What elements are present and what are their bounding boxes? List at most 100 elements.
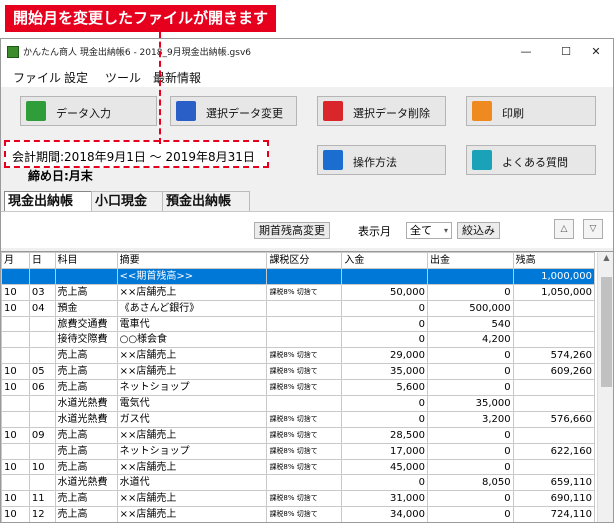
table-row[interactable]: 10 11 売上高 ××店舗売上 課税8% 切捨て 31,000 0 690,110 bbox=[1, 490, 596, 508]
summary-cell: 《あさんど銀行》 bbox=[116, 299, 268, 317]
summary-cell: ××店舗売上 bbox=[116, 363, 268, 381]
accounting-period-text: 会計期間:2018年9月1日 ～ 2019年8月31日 bbox=[12, 150, 255, 164]
month-cell bbox=[1, 442, 30, 460]
balance-cell bbox=[512, 458, 596, 476]
withdrawal-cell: 0 bbox=[426, 347, 514, 365]
table-row[interactable]: 水道光熱費 水道代 0 8,050 659,110 bbox=[1, 474, 596, 492]
move-up-button[interactable]: △ bbox=[554, 219, 574, 239]
scrollbar-thumb[interactable] bbox=[601, 277, 612, 387]
day-cell: 05 bbox=[28, 363, 56, 381]
month-cell bbox=[1, 315, 30, 333]
table-row[interactable]: 10 09 売上高 ××店舗売上 課税8% 切捨て 28,500 0 bbox=[1, 426, 596, 444]
data-entry-button[interactable]: データ入力 bbox=[20, 96, 157, 126]
cell bbox=[426, 267, 514, 285]
opening-balance-button[interactable]: 期首残高変更 bbox=[254, 222, 330, 239]
balance-cell: 576,660 bbox=[512, 410, 596, 428]
tax-cell: 課税8% 切捨て bbox=[266, 506, 343, 522]
deposit-cell: 35,000 bbox=[341, 363, 428, 381]
column-header-day: 日 bbox=[28, 252, 56, 269]
menu-settings[interactable]: 設定 bbox=[64, 69, 88, 86]
delete-selected-button[interactable]: 選択データ削除 bbox=[317, 96, 446, 126]
month-cell: 10 bbox=[1, 426, 30, 444]
tax-cell: 課税8% 切捨て bbox=[266, 283, 343, 301]
table-row[interactable]: 10 03 売上高 ××店舗売上 課税8% 切捨て 50,000 0 1,050,000 bbox=[1, 283, 596, 301]
tab-cash-book[interactable]: 現金出納帳 bbox=[4, 191, 92, 212]
balance-cell bbox=[512, 379, 596, 397]
how-to-label: 操作方法 bbox=[353, 156, 397, 169]
filter-button[interactable]: 絞込み bbox=[457, 222, 500, 239]
table-row[interactable]: 水道光熱費 電気代 0 35,000 bbox=[1, 395, 596, 412]
withdrawal-cell: 0 bbox=[426, 442, 514, 460]
menu-file[interactable]: ファイル bbox=[13, 69, 61, 86]
summary-cell: ××店舗売上 bbox=[116, 458, 268, 476]
tab-deposit-book[interactable]: 預金出納帳 bbox=[162, 191, 250, 212]
column-header-tax: 課税区分 bbox=[266, 252, 343, 269]
account-cell: 売上高 bbox=[54, 458, 118, 476]
summary-cell: 水道代 bbox=[116, 474, 268, 492]
deposit-cell: 50,000 bbox=[341, 283, 428, 301]
balance-cell: 690,110 bbox=[512, 490, 596, 508]
day-cell: 09 bbox=[28, 426, 56, 444]
day-cell: 10 bbox=[28, 458, 56, 476]
day-cell bbox=[28, 331, 56, 349]
pencil-icon bbox=[26, 101, 46, 121]
account-cell: 売上高 bbox=[54, 426, 118, 444]
table-row[interactable]: 10 12 売上高 ××店舗売上 課税8% 切捨て 34,000 0 724,110 bbox=[1, 506, 596, 522]
table-row[interactable]: 売上高 ××店舗売上 課税8% 切捨て 29,000 0 574,260 bbox=[1, 347, 596, 365]
opening-balance-row[interactable]: <<期首残高>> 1,000,000 bbox=[1, 267, 596, 285]
account-cell: 水道光熱費 bbox=[54, 395, 118, 412]
deposit-cell: 0 bbox=[341, 299, 428, 317]
column-header-account: 科目 bbox=[54, 252, 118, 269]
table-row[interactable]: 10 05 売上高 ××店舗売上 課税8% 切捨て 35,000 0 609,260 bbox=[1, 363, 596, 381]
vertical-scrollbar[interactable]: ▲ bbox=[597, 252, 613, 522]
balance-cell: 622,160 bbox=[512, 442, 596, 460]
how-to-button[interactable]: 操作方法 bbox=[317, 145, 446, 175]
balance-cell bbox=[512, 426, 596, 444]
account-cell: 預金 bbox=[54, 299, 118, 317]
faq-label: よくある質問 bbox=[502, 156, 568, 169]
delete-selected-label: 選択データ削除 bbox=[353, 107, 430, 120]
callout-pointer-line bbox=[159, 32, 161, 144]
opening-summary-cell: <<期首残高>> bbox=[116, 267, 268, 285]
change-selected-button[interactable]: 選択データ変更 bbox=[170, 96, 297, 126]
minimize-button[interactable]: — bbox=[506, 42, 546, 62]
tab-petty-cash[interactable]: 小口現金 bbox=[91, 191, 165, 212]
table-row[interactable]: 水道光熱費 ガス代 課税8% 切捨て 0 3,200 576,660 bbox=[1, 410, 596, 428]
question-bubble-icon bbox=[472, 150, 492, 170]
month-cell: 10 bbox=[1, 299, 30, 317]
table-row[interactable]: 売上高 ネットショップ 課税8% 切捨て 17,000 0 622,160 bbox=[1, 442, 596, 460]
print-button[interactable]: 印刷 bbox=[466, 96, 596, 126]
accounting-period: 会計期間:2018年9月1日 ～ 2019年8月31日 bbox=[4, 140, 269, 168]
tax-cell: 課税8% 切捨て bbox=[266, 379, 343, 397]
document-icon bbox=[472, 101, 492, 121]
display-month-select[interactable]: 全て ▾ bbox=[406, 222, 452, 239]
withdrawal-cell: 0 bbox=[426, 379, 514, 397]
table-row[interactable]: 10 04 預金 《あさんど銀行》 0 500,000 bbox=[1, 299, 596, 317]
table-row[interactable]: 旅費交通費 電車代 0 540 bbox=[1, 315, 596, 333]
menu-tools[interactable]: ツール bbox=[105, 69, 141, 86]
table-row[interactable]: 接待交際費 ○○様会食 0 4,200 bbox=[1, 331, 596, 349]
tax-cell: 課税8% 切捨て bbox=[266, 347, 343, 365]
tax-cell: 課税8% 切捨て bbox=[266, 458, 343, 476]
account-cell: 売上高 bbox=[54, 379, 118, 397]
account-cell: 水道光熱費 bbox=[54, 474, 118, 492]
withdrawal-cell: 4,200 bbox=[426, 331, 514, 349]
day-cell bbox=[28, 410, 56, 428]
deposit-cell: 0 bbox=[341, 410, 428, 428]
withdrawal-cell: 500,000 bbox=[426, 299, 514, 317]
table-row[interactable]: 10 06 売上高 ネットショップ 課税8% 切捨て 5,600 0 bbox=[1, 379, 596, 397]
scroll-up-icon[interactable]: ▲ bbox=[598, 253, 613, 267]
balance-cell: 659,110 bbox=[512, 474, 596, 492]
table-row[interactable]: 10 10 売上高 ××店舗売上 課税8% 切捨て 45,000 0 bbox=[1, 458, 596, 476]
balance-cell: 574,260 bbox=[512, 347, 596, 365]
tax-cell bbox=[266, 315, 343, 333]
close-button[interactable]: ✕ bbox=[576, 42, 613, 62]
day-cell: 11 bbox=[28, 490, 56, 508]
faq-button[interactable]: よくある質問 bbox=[466, 145, 596, 175]
day-cell bbox=[28, 442, 56, 460]
day-cell bbox=[28, 315, 56, 333]
column-header-month: 月 bbox=[1, 252, 30, 269]
month-cell bbox=[1, 410, 30, 428]
move-down-button[interactable]: ▽ bbox=[583, 219, 603, 239]
account-cell: 水道光熱費 bbox=[54, 410, 118, 428]
